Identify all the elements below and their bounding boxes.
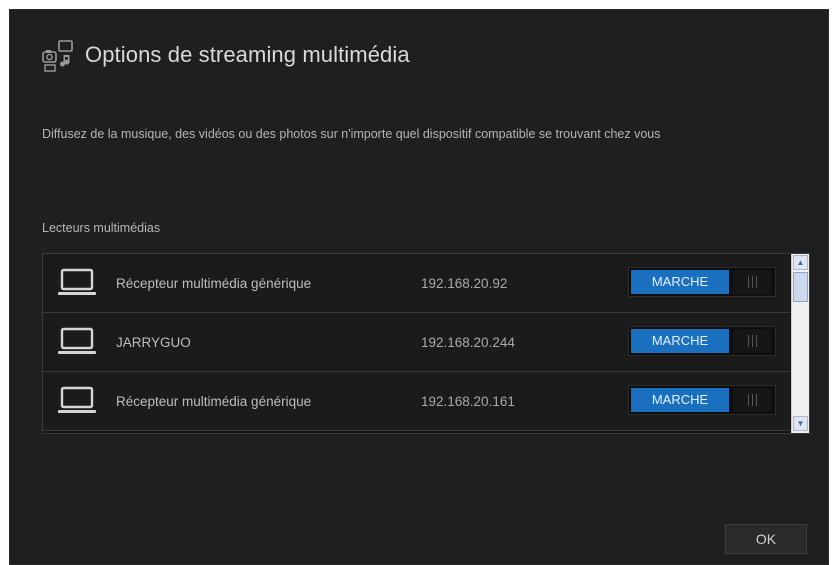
player-ip: 192.168.20.161 <box>421 394 515 409</box>
player-name: Récepteur multimédia générique <box>116 394 312 409</box>
list-item: Récepteur multimédia générique 192.168.2… <box>43 254 790 313</box>
dialog-header: Options de streaming multimédia <box>41 37 410 73</box>
toggle-on-label: MARCHE <box>631 388 729 412</box>
list-item: Récepteur multimédia générique 192.168.2… <box>43 372 790 431</box>
player-name: JARRYGUO <box>116 335 191 350</box>
toggle-on-label: MARCHE <box>631 270 729 294</box>
dialog-description: Diffusez de la musique, des vidéos ou de… <box>42 127 661 141</box>
toggle-knob[interactable] <box>733 388 771 412</box>
laptop-icon <box>58 327 96 354</box>
player-toggle[interactable]: MARCHE <box>628 385 776 415</box>
media-streaming-icon <box>42 40 73 72</box>
player-toggle[interactable]: MARCHE <box>628 326 776 356</box>
player-toggle[interactable]: MARCHE <box>628 267 776 297</box>
media-players-list: Récepteur multimédia générique 192.168.2… <box>42 253 810 434</box>
laptop-icon <box>58 386 96 413</box>
toggle-knob[interactable] <box>733 270 771 294</box>
scroll-thumb[interactable] <box>793 272 808 302</box>
media-players-label: Lecteurs multimédias <box>42 221 161 235</box>
toggle-knob[interactable] <box>733 329 771 353</box>
player-ip: 192.168.20.244 <box>421 335 515 350</box>
list-item: JARRYGUO 192.168.20.244 MARCHE <box>43 313 790 372</box>
scroll-up-button[interactable]: ▲ <box>793 255 808 270</box>
laptop-icon <box>58 268 96 295</box>
scroll-down-button[interactable]: ▼ <box>793 416 808 431</box>
streaming-options-dialog: Options de streaming multimédia Diffusez… <box>9 9 829 565</box>
list-scrollbar[interactable]: ▲ ▼ <box>791 254 809 433</box>
toggle-on-label: MARCHE <box>631 329 729 353</box>
player-ip: 192.168.20.92 <box>421 276 508 291</box>
ok-button[interactable]: OK <box>725 524 807 554</box>
player-name: Récepteur multimédia générique <box>116 276 312 291</box>
dialog-title: Options de streaming multimédia <box>85 42 410 67</box>
